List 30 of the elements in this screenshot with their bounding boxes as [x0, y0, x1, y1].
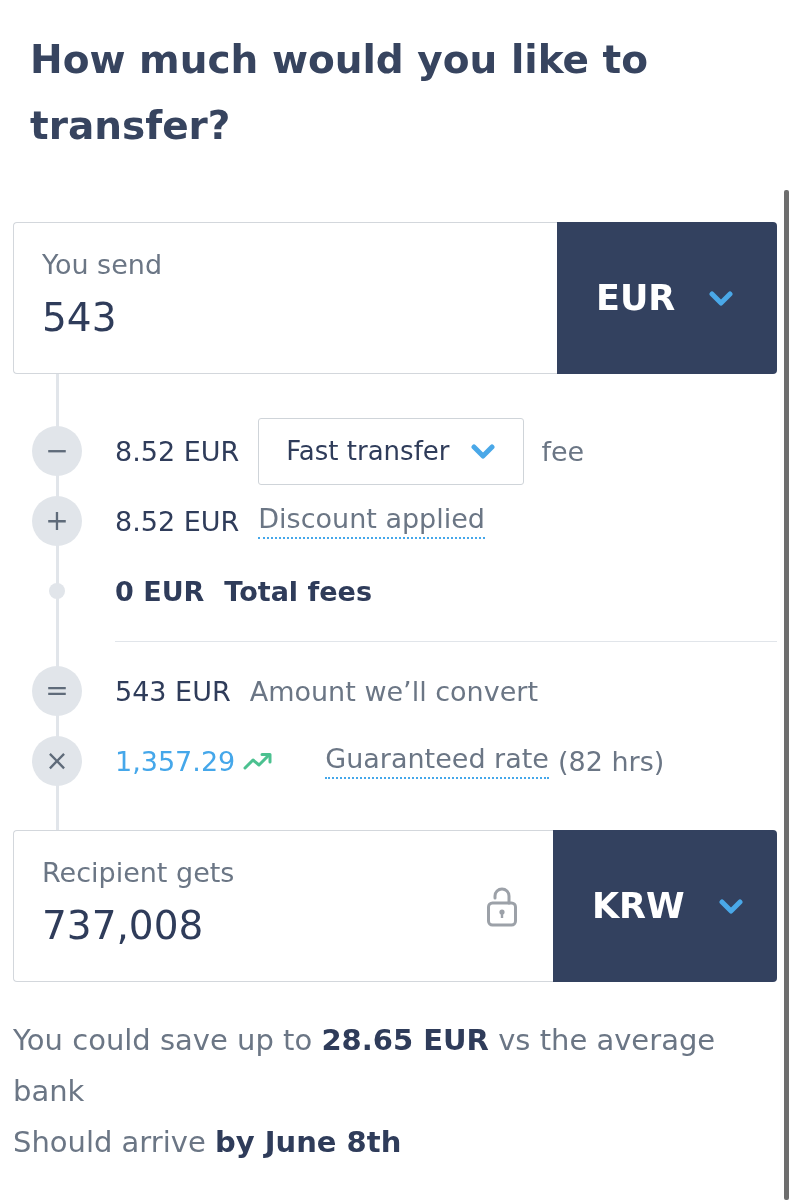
- chevron-down-icon: [709, 290, 734, 306]
- exchange-rate: 1,357.29: [115, 745, 236, 777]
- trend-up-icon: [243, 752, 274, 770]
- guaranteed-rate-link[interactable]: Guaranteed rate: [325, 743, 549, 779]
- chevron-down-icon: [471, 443, 496, 459]
- convert-amount: 543 EUR: [115, 675, 231, 707]
- total-fees-label: Total fees: [224, 575, 372, 607]
- fee-label: fee: [541, 435, 585, 467]
- operator-symbol: +: [32, 496, 82, 546]
- transfer-speed-dropdown[interactable]: Fast transfer: [258, 417, 525, 485]
- currency-dropdown[interactable]: EUR: [557, 222, 777, 374]
- discount-link[interactable]: Discount applied: [258, 503, 485, 539]
- operator-symbol: ×: [32, 736, 82, 786]
- field-label: Recipient gets: [42, 856, 235, 890]
- arrival-text: Should arrive by June 8th: [13, 1124, 403, 1161]
- recipient-amount-field[interactable]: Recipient gets 737,008: [13, 830, 553, 982]
- savings-text: You could save up to 28.65 EUR vs the average bank: [13, 1022, 717, 1110]
- discount-amount: 8.52 EUR: [115, 505, 240, 537]
- operator-symbol: −: [32, 426, 82, 476]
- chevron-down-icon: [718, 898, 743, 914]
- send-amount-field[interactable]: You send 543: [13, 222, 557, 374]
- field-label: You send: [42, 248, 163, 282]
- convert-label: Amount we’ll convert: [249, 675, 538, 707]
- total-fees-amount: 0 EUR: [115, 575, 205, 607]
- operator-symbol: =: [32, 666, 82, 716]
- fee-amount: 8.52 EUR: [115, 435, 240, 467]
- page-title: How much would you like to transfer?: [30, 36, 649, 150]
- scrollbar-thumb[interactable]: [784, 190, 789, 1200]
- rate-duration: (82 hrs): [557, 745, 665, 777]
- currency-dropdown[interactable]: KRW: [553, 830, 777, 982]
